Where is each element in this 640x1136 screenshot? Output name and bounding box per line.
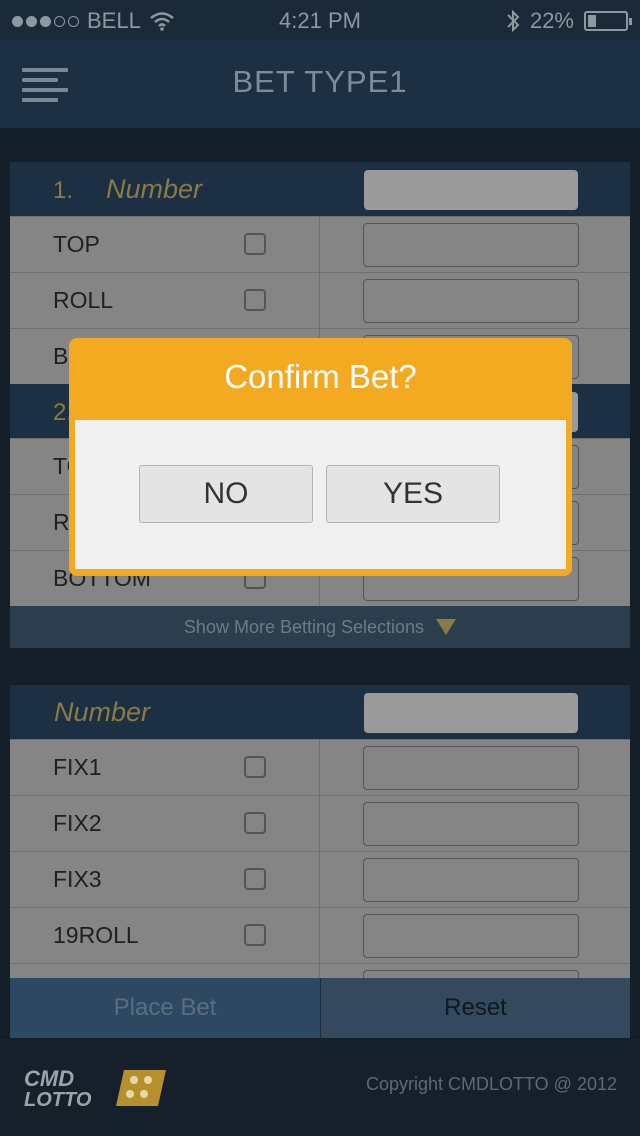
bet-panel-2: Number FIX1 FIX2 FIX3 19ROLL xyxy=(10,685,630,978)
checkbox[interactable] xyxy=(244,233,266,255)
row-label: ROLL xyxy=(53,287,114,313)
bet-row-fix2: FIX2 xyxy=(10,795,630,851)
amount-input[interactable] xyxy=(363,858,579,902)
reset-button[interactable]: Reset xyxy=(320,978,630,1038)
amount-input[interactable] xyxy=(363,970,579,978)
number-input[interactable] xyxy=(364,170,578,210)
bet-row-fix3: FIX3 xyxy=(10,851,630,907)
dialog-title: Confirm Bet? xyxy=(224,358,417,395)
bet-row-top: TOP xyxy=(10,216,630,272)
page-title: BET TYPE1 xyxy=(232,64,408,99)
bet-row-fix1: FIX1 xyxy=(10,739,630,795)
number-input[interactable] xyxy=(364,693,578,733)
bet-row-partial xyxy=(10,963,630,978)
bet-row-19roll: 19ROLL xyxy=(10,907,630,963)
checkbox[interactable] xyxy=(244,812,266,834)
svg-text:CMD: CMD xyxy=(24,1066,74,1091)
cmdlotto-logo: CMD LOTTO xyxy=(24,1066,166,1108)
amount-input[interactable] xyxy=(363,279,579,323)
show-more-button[interactable]: Show More Betting Selections xyxy=(10,606,630,648)
checkbox[interactable] xyxy=(244,756,266,778)
footer: CMD LOTTO Copyright CMDLOTTO @ 2012 xyxy=(0,1038,640,1136)
row-label: FIX2 xyxy=(53,810,102,836)
svg-text:LOTTO: LOTTO xyxy=(24,1089,92,1108)
triangle-down-icon xyxy=(436,619,457,635)
checkbox[interactable] xyxy=(244,289,266,311)
status-bar: BELL 4:21 PM 22% xyxy=(0,0,640,40)
show-more-label: Show More Betting Selections xyxy=(183,617,425,637)
dialog-body: NO YES xyxy=(75,420,566,569)
panel-header: Number xyxy=(10,685,630,739)
battery-icon xyxy=(584,11,632,31)
amount-input[interactable] xyxy=(363,802,579,846)
amount-input[interactable] xyxy=(363,914,579,958)
checkbox[interactable] xyxy=(244,924,266,946)
action-bar: Place Bet Reset xyxy=(10,978,630,1038)
amount-input[interactable] xyxy=(363,223,579,267)
yes-button[interactable]: YES xyxy=(326,465,500,523)
confirm-dialog: Confirm Bet? NO YES xyxy=(69,338,572,576)
checkbox[interactable] xyxy=(244,868,266,890)
status-right: 22% xyxy=(506,8,632,34)
header-label: Number xyxy=(106,174,203,204)
battery-percent: 22% xyxy=(529,8,574,33)
row-label: FIX3 xyxy=(53,866,102,892)
panel-header: 1. Number xyxy=(10,162,630,216)
row-label: 19ROLL xyxy=(53,922,139,948)
section-index: 1. xyxy=(53,177,74,204)
nav-bar: BET TYPE1 xyxy=(0,40,640,128)
place-bet-button[interactable]: Place Bet xyxy=(10,978,320,1038)
header-label: Number xyxy=(54,697,151,727)
bet-row-roll: ROLL xyxy=(10,272,630,328)
row-label: TOP xyxy=(53,231,100,257)
copyright-text: Copyright CMDLOTTO @ 2012 xyxy=(365,1074,617,1094)
row-label: FIX1 xyxy=(53,754,102,780)
bluetooth-icon xyxy=(507,9,520,33)
amount-input[interactable] xyxy=(363,746,579,790)
main-content: 1. Number TOP ROLL BOTTOM 2. TOP xyxy=(0,128,640,1036)
no-button[interactable]: NO xyxy=(139,465,313,523)
